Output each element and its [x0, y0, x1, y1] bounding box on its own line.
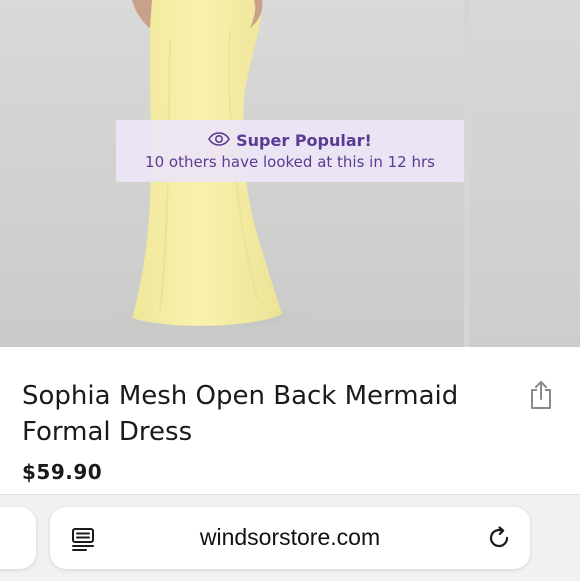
url-text[interactable]: windsorstore.com	[110, 524, 470, 551]
badge-subtitle: 10 others have looked at this in 12 hrs	[145, 153, 435, 171]
product-price: $59.90	[22, 460, 103, 484]
share-icon[interactable]	[529, 380, 553, 414]
product-title: Sophia Mesh Open Back Mermaid Formal Dre…	[22, 381, 459, 447]
previous-tab[interactable]	[0, 507, 36, 569]
popularity-badge: Super Popular! 10 others have looked at …	[116, 120, 464, 182]
browser-toolbar: windsorstore.com	[0, 494, 580, 581]
product-image-gallery[interactable]: Super Popular! 10 others have looked at …	[0, 0, 580, 347]
reader-mode-icon[interactable]	[70, 526, 96, 556]
reload-icon[interactable]	[486, 525, 512, 555]
badge-title: Super Popular!	[236, 130, 372, 150]
share-button[interactable]	[526, 380, 556, 414]
eye-icon	[208, 131, 231, 150]
address-bar[interactable]: windsorstore.com	[50, 507, 530, 569]
product-photo-next[interactable]	[470, 0, 580, 347]
